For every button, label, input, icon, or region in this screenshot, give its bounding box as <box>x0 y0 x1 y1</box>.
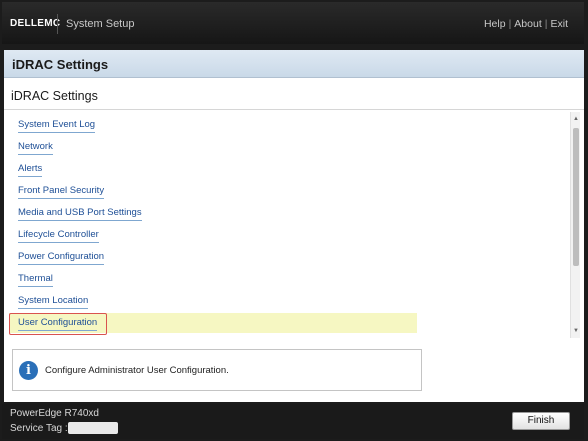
vertical-scrollbar[interactable]: ▲ ▼ <box>570 112 580 338</box>
menu-item[interactable]: User Configuration <box>9 313 417 335</box>
menu-item-label: Network <box>18 141 53 155</box>
footer-bar: PowerEdge R740xd Service Tag : Finish <box>2 404 584 439</box>
scrollbar-thumb[interactable] <box>573 128 579 266</box>
page-header: iDRAC Settings <box>4 50 584 78</box>
menu-item-label: User Configuration <box>18 317 98 331</box>
top-nav: Help | About | Exit <box>484 18 568 30</box>
menu-item[interactable]: Lifecycle Controller <box>9 225 417 245</box>
menu-item[interactable]: System Location <box>9 291 417 311</box>
menu-item[interactable]: System Event Log <box>9 115 417 135</box>
section-header: iDRAC Settings <box>4 80 584 110</box>
menu-item-label: Lifecycle Controller <box>18 229 99 243</box>
menu-item[interactable]: Media and USB Port Settings <box>9 203 417 223</box>
system-model: PowerEdge R740xd <box>10 408 99 419</box>
menu-item-label: Front Panel Security <box>18 185 105 199</box>
top-bar: DELLEMC System Setup Help | About | Exit <box>2 2 584 44</box>
about-link[interactable]: About <box>514 18 541 30</box>
exit-link[interactable]: Exit <box>550 18 568 30</box>
menu-item-label: Alerts <box>18 163 43 177</box>
menu-item-label: System Location <box>18 295 89 309</box>
menu-item-label: Power Configuration <box>18 251 105 265</box>
menu-item-label: Media and USB Port Settings <box>18 207 142 221</box>
app-title: System Setup <box>66 18 135 30</box>
menu-item[interactable]: Thermal <box>9 269 417 289</box>
menu-item-label: Thermal <box>18 273 53 287</box>
help-text: Configure Administrator User Configurati… <box>45 365 229 376</box>
finish-button[interactable]: Finish <box>512 412 570 430</box>
help-box: i Configure Administrator User Configura… <box>12 349 422 391</box>
menu-item[interactable]: Power Configuration <box>9 247 417 267</box>
system-setup-window: DELLEMC System Setup Help | About | Exit iDR… <box>0 0 588 441</box>
dell-emc-logo: DELLEMC <box>10 18 61 29</box>
scroll-down-arrow-icon[interactable]: ▼ <box>572 327 580 335</box>
help-link[interactable]: Help <box>484 18 506 30</box>
menu-item[interactable]: Network <box>9 137 417 157</box>
menu-item[interactable]: Alerts <box>9 159 417 179</box>
menu-item-label: System Event Log <box>18 119 96 133</box>
topbar-divider <box>57 14 58 34</box>
menu-item[interactable]: Front Panel Security <box>9 181 417 201</box>
service-tag-label: Service Tag : <box>10 423 68 434</box>
scroll-up-arrow-icon[interactable]: ▲ <box>572 115 580 123</box>
settings-panel: iDRAC Settings iDRAC Settings System Eve… <box>4 50 584 402</box>
settings-menu-list: System Event Log Network Alerts Front Panel… <box>4 112 570 335</box>
nav-separator: | <box>508 18 512 30</box>
section-title: iDRAC Settings <box>11 89 98 103</box>
service-tag-value <box>68 422 118 434</box>
page-title: iDRAC Settings <box>12 57 109 72</box>
info-icon: i <box>19 361 38 380</box>
